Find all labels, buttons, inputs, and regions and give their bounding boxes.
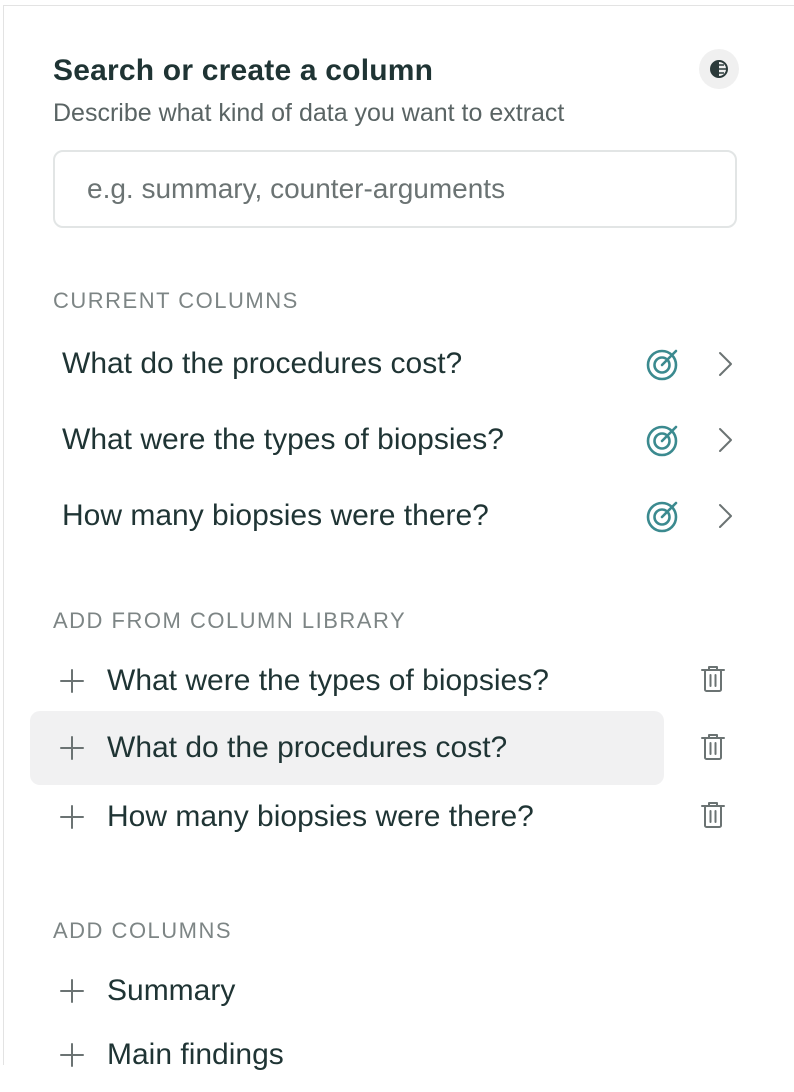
plus-icon <box>60 1043 84 1067</box>
plus-icon <box>60 669 84 693</box>
chevron-right-icon[interactable] <box>712 502 736 530</box>
current-column-label: What were the types of biopsies? <box>62 423 504 456</box>
current-columns-heading: CURRENT COLUMNS <box>53 288 299 313</box>
add-column-item[interactable]: Summary <box>30 954 664 1028</box>
add-column-item[interactable]: Main findings <box>30 1018 664 1092</box>
chevron-right-icon[interactable] <box>712 426 736 454</box>
search-input[interactable] <box>53 150 737 228</box>
trash-icon[interactable] <box>699 664 727 694</box>
library-item[interactable]: What were the types of biopsies? <box>30 644 664 718</box>
add-column-label: Main findings <box>107 1038 284 1071</box>
contrast-icon[interactable] <box>699 49 739 89</box>
library-item-label: How many biopsies were there? <box>107 800 534 833</box>
panel-subtitle: Describe what kind of data you want to e… <box>53 99 565 127</box>
current-column-row[interactable]: What were the types of biopsies? <box>30 403 664 477</box>
target-icon[interactable] <box>645 422 681 458</box>
add-column-label: Summary <box>107 974 236 1007</box>
add-columns-heading: ADD COLUMNS <box>53 918 233 943</box>
current-column-row[interactable]: What do the procedures cost? <box>30 327 664 401</box>
plus-icon <box>60 805 84 829</box>
target-icon[interactable] <box>645 346 681 382</box>
trash-icon[interactable] <box>699 800 727 830</box>
library-item-label: What were the types of biopsies? <box>107 664 549 697</box>
current-column-row[interactable]: How many biopsies were there? <box>30 479 664 553</box>
panel-title: Search or create a column <box>53 54 434 87</box>
plus-icon <box>60 979 84 1003</box>
plus-icon <box>60 736 84 760</box>
library-item[interactable]: What do the procedures cost? <box>30 711 664 785</box>
library-item[interactable]: How many biopsies were there? <box>30 780 664 854</box>
chevron-right-icon[interactable] <box>712 350 736 378</box>
current-column-label: What do the procedures cost? <box>62 347 463 380</box>
trash-icon[interactable] <box>699 732 727 762</box>
library-item-label: What do the procedures cost? <box>107 731 508 764</box>
current-column-label: How many biopsies were there? <box>62 499 489 532</box>
target-icon[interactable] <box>645 498 681 534</box>
column-library-heading: ADD FROM COLUMN LIBRARY <box>53 608 407 633</box>
